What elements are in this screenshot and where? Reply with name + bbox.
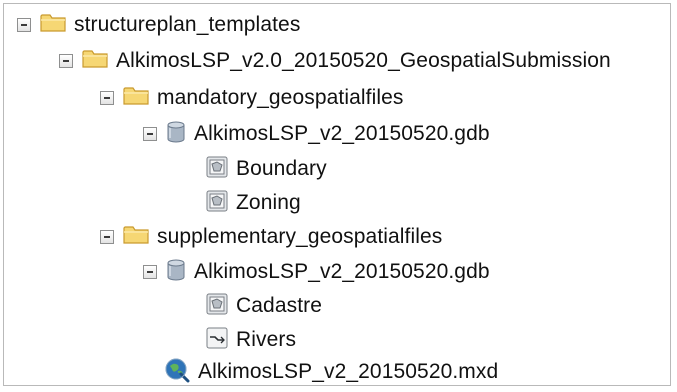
- tree-node-label: AlkimosLSP_v2.0_20150520_GeospatialSubmi…: [116, 49, 611, 72]
- tree-node-geospatial-submission[interactable]: AlkimosLSP_v2.0_20150520_GeospatialSubmi…: [59, 44, 611, 78]
- tree-node-label: Boundary: [236, 157, 327, 180]
- polygon-feature-class-icon: [206, 190, 228, 217]
- folder-icon: [123, 85, 149, 111]
- tree-node-label: supplementary_geospatialfiles: [157, 225, 443, 248]
- collapse-toggle[interactable]: [143, 127, 157, 141]
- polygon-feature-class-icon: [206, 293, 228, 320]
- catalog-tree-panel: structureplan_templates AlkimosLSP_v2.0_…: [3, 3, 671, 386]
- tree-node-supplementary-geospatialfiles[interactable]: supplementary_geospatialfiles: [100, 220, 442, 254]
- line-feature-class-icon: [206, 327, 228, 354]
- catalog-tree: structureplan_templates AlkimosLSP_v2.0_…: [4, 4, 670, 385]
- folder-icon: [40, 12, 66, 38]
- tree-node-label: Cadastre: [236, 294, 323, 317]
- geodatabase-icon: [166, 259, 186, 286]
- map-document-icon: [164, 357, 190, 388]
- tree-node-label: Zoning: [236, 191, 301, 214]
- tree-node-label: mandatory_geospatialfiles: [157, 86, 404, 109]
- collapse-toggle[interactable]: [143, 265, 157, 279]
- tree-node-boundary[interactable]: Boundary: [206, 152, 327, 186]
- tree-node-map-document[interactable]: AlkimosLSP_v2_20150520.mxd: [164, 355, 498, 389]
- folder-icon: [123, 224, 149, 250]
- folder-icon: [82, 48, 108, 74]
- collapse-toggle[interactable]: [100, 91, 114, 105]
- polygon-feature-class-icon: [206, 156, 228, 183]
- tree-node-label: Rivers: [236, 328, 297, 351]
- tree-node-mandatory-gdb[interactable]: AlkimosLSP_v2_20150520.gdb: [143, 117, 490, 151]
- tree-node-zoning[interactable]: Zoning: [206, 186, 301, 220]
- tree-node-rivers[interactable]: Rivers: [206, 323, 296, 357]
- tree-node-mandatory-geospatialfiles[interactable]: mandatory_geospatialfiles: [100, 81, 403, 115]
- tree-node-supplementary-gdb[interactable]: AlkimosLSP_v2_20150520.gdb: [143, 255, 490, 289]
- geodatabase-icon: [166, 121, 186, 148]
- collapse-toggle[interactable]: [59, 54, 73, 68]
- collapse-toggle[interactable]: [17, 18, 31, 32]
- tree-node-structureplan-templates[interactable]: structureplan_templates: [17, 8, 300, 42]
- tree-node-label: structureplan_templates: [74, 13, 301, 36]
- collapse-toggle[interactable]: [100, 230, 114, 244]
- tree-node-cadastre[interactable]: Cadastre: [206, 289, 322, 323]
- tree-node-label: AlkimosLSP_v2_20150520.gdb: [194, 260, 490, 283]
- tree-node-label: AlkimosLSP_v2_20150520.mxd: [198, 360, 499, 383]
- tree-node-label: AlkimosLSP_v2_20150520.gdb: [194, 122, 490, 145]
